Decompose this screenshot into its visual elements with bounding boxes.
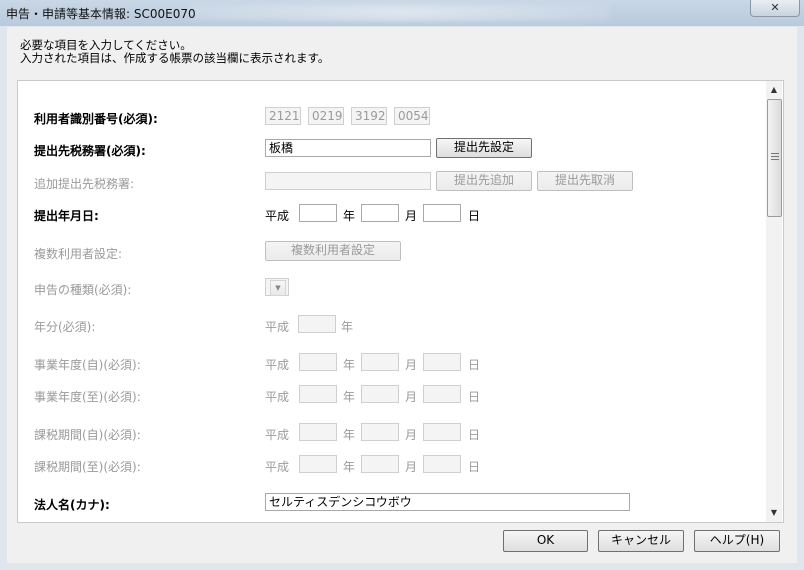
tax-period-to-era: 平成 xyxy=(265,460,290,474)
fiscal-from-month-unit: 月 xyxy=(405,358,418,372)
tax-period-to-month-input xyxy=(361,455,399,473)
fiscal-to-month-input xyxy=(361,385,399,403)
corp-kana-label: 法人名(カナ): xyxy=(34,498,110,512)
year-era: 平成 xyxy=(265,320,290,334)
close-button[interactable]: ✕ xyxy=(750,0,800,17)
fiscal-to-day-input xyxy=(423,385,461,403)
user-id-label: 利用者識別番号(必須): xyxy=(34,112,158,126)
tax-period-to-day-unit: 日 xyxy=(468,460,481,474)
row-tax-period-from: 課税期間(自)(必須): 平成 年 月 日 xyxy=(18,423,768,443)
vertical-scrollbar[interactable]: ▲ ▼ xyxy=(766,81,782,522)
user-id-part-3: 3192 xyxy=(351,107,387,125)
help-button[interactable]: ヘルプ(H) xyxy=(694,530,780,552)
row-multi-user: 複数利用者設定: 複数利用者設定 xyxy=(18,241,768,262)
fiscal-to-year-input xyxy=(299,385,337,403)
window-title: 申告・申請等基本情報: SC00E070 xyxy=(6,7,196,21)
year-unit: 年 xyxy=(341,320,354,334)
row-tax-office: 提出先税務署(必須): 板橋 提出先設定 xyxy=(18,138,768,159)
ok-button[interactable]: OK xyxy=(503,530,588,552)
row-submit-date: 提出年月日: 平成 年 月 日 xyxy=(18,204,768,224)
form-panel: 利用者識別番号(必須): 2121 0219 3192 0054 提出先税務署(… xyxy=(17,80,784,523)
set-tax-office-button[interactable]: 提出先設定 xyxy=(436,138,532,158)
instruction-line-2: 入力された項目は、作成する帳票の該当欄に表示されます。 xyxy=(20,51,330,65)
submit-date-label: 提出年月日: xyxy=(34,209,99,223)
tax-period-from-year-unit: 年 xyxy=(343,428,356,442)
title-bar-blur xyxy=(190,5,610,21)
title-bar: 申告・申請等基本情報: SC00E070 ✕ xyxy=(0,0,804,26)
fiscal-from-label: 事業年度(自)(必須): xyxy=(34,358,141,372)
add-tax-office-label: 追加提出先税務署: xyxy=(34,177,135,191)
fiscal-to-year-unit: 年 xyxy=(343,390,356,404)
tax-period-to-label: 課税期間(至)(必須): xyxy=(34,460,141,474)
tax-period-to-day-input xyxy=(423,455,461,473)
year-label: 年分(必須): xyxy=(34,320,96,334)
tax-period-to-month-unit: 月 xyxy=(405,460,418,474)
corp-kana-input[interactable]: セルティスデンシコウボウ xyxy=(265,493,630,511)
submit-day-unit: 日 xyxy=(468,209,481,223)
user-id-part-4: 0054 xyxy=(394,107,430,125)
declaration-type-label: 申告の種類(必須): xyxy=(34,283,132,297)
instructions: 必要な項目を入力してください。 入力された項目は、作成する帳票の該当欄に表示され… xyxy=(20,39,329,65)
cancel-button[interactable]: キャンセル xyxy=(598,530,684,552)
scroll-grip-icon xyxy=(771,153,779,162)
submit-year-input[interactable] xyxy=(299,204,337,222)
fiscal-from-year-input xyxy=(299,353,337,371)
fiscal-from-year-unit: 年 xyxy=(343,358,356,372)
tax-period-to-year-input xyxy=(299,455,337,473)
submit-year-unit: 年 xyxy=(343,209,356,223)
fiscal-to-label: 事業年度(至)(必須): xyxy=(34,390,141,404)
year-input xyxy=(298,315,336,333)
tax-office-input[interactable]: 板橋 xyxy=(265,139,431,157)
scroll-down-icon[interactable]: ▼ xyxy=(766,506,782,520)
fiscal-to-era: 平成 xyxy=(265,390,290,404)
fiscal-from-month-input xyxy=(361,353,399,371)
row-user-id: 利用者識別番号(必須): 2121 0219 3192 0054 xyxy=(18,107,768,127)
add-tax-office-input xyxy=(265,172,431,190)
tax-office-label: 提出先税務署(必須): xyxy=(34,144,146,158)
scroll-thumb[interactable] xyxy=(767,99,782,217)
row-tax-period-to: 課税期間(至)(必須): 平成 年 月 日 xyxy=(18,455,768,475)
row-corp-kana: 法人名(カナ): セルティスデンシコウボウ xyxy=(18,493,768,513)
fiscal-from-era: 平成 xyxy=(265,358,290,372)
tax-period-from-day-unit: 日 xyxy=(468,428,481,442)
row-declaration-type: 申告の種類(必須): ▼ xyxy=(18,278,768,298)
fiscal-to-month-unit: 月 xyxy=(405,390,418,404)
tax-period-from-year-input xyxy=(299,423,337,441)
remove-tax-office-button[interactable]: 提出先取消 xyxy=(537,171,633,191)
submit-date-era: 平成 xyxy=(265,209,290,223)
row-year: 年分(必須): 平成 年 xyxy=(18,315,768,335)
fiscal-to-day-unit: 日 xyxy=(468,390,481,404)
tax-period-from-label: 課税期間(自)(必須): xyxy=(34,428,141,442)
row-add-tax-office: 追加提出先税務署: 提出先追加 提出先取消 xyxy=(18,171,768,192)
fiscal-from-day-unit: 日 xyxy=(468,358,481,372)
scroll-up-icon[interactable]: ▲ xyxy=(766,83,782,97)
tax-period-from-month-input xyxy=(361,423,399,441)
fiscal-from-day-input xyxy=(423,353,461,371)
dropdown-arrow-icon[interactable]: ▼ xyxy=(270,280,286,296)
user-id-part-1: 2121 xyxy=(265,107,301,125)
multi-user-label: 複数利用者設定: xyxy=(34,247,123,261)
submit-month-unit: 月 xyxy=(405,209,418,223)
row-fiscal-from: 事業年度(自)(必須): 平成 年 月 日 xyxy=(18,353,768,373)
close-icon[interactable]: ✕ xyxy=(751,0,799,15)
tax-period-from-day-input xyxy=(423,423,461,441)
tax-period-to-year-unit: 年 xyxy=(343,460,356,474)
declaration-type-select[interactable]: ▼ xyxy=(265,278,289,296)
submit-month-input[interactable] xyxy=(361,204,399,222)
tax-period-from-era: 平成 xyxy=(265,428,290,442)
submit-day-input[interactable] xyxy=(423,204,461,222)
user-id-part-2: 0219 xyxy=(308,107,344,125)
multi-user-button[interactable]: 複数利用者設定 xyxy=(265,241,401,261)
row-fiscal-to: 事業年度(至)(必須): 平成 年 月 日 xyxy=(18,385,768,405)
tax-period-from-month-unit: 月 xyxy=(405,428,418,442)
add-tax-office-button[interactable]: 提出先追加 xyxy=(436,171,532,191)
